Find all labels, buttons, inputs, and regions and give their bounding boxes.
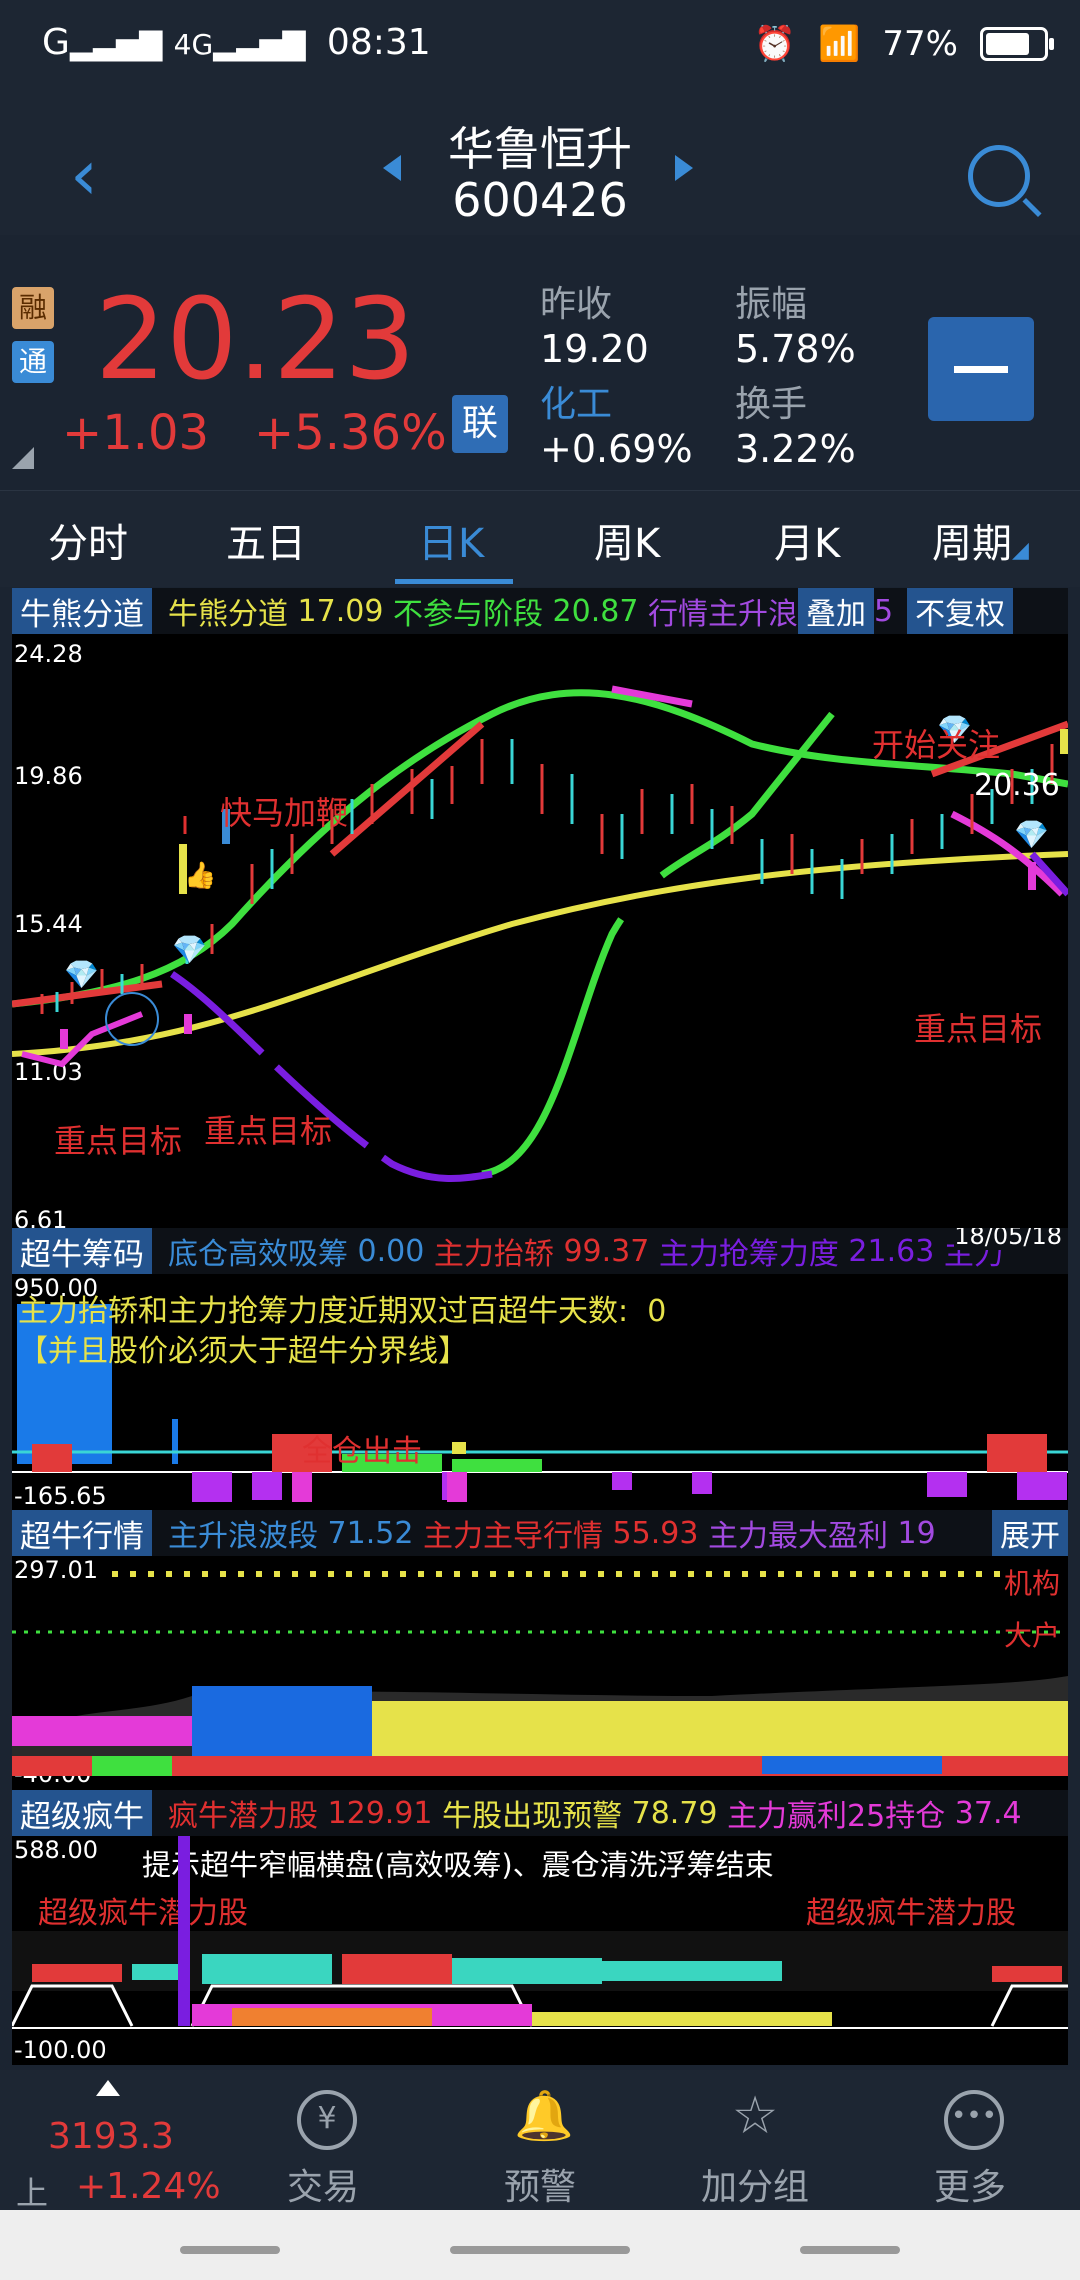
last-price: 20.23 [95, 275, 416, 405]
thumb-icon: 👍 [184, 860, 216, 891]
expand-corner-icon[interactable] [12, 447, 34, 469]
kuaima-label: 快马加鞭 [220, 794, 349, 832]
dahu-label: 大户 [1003, 1619, 1060, 1652]
price-change-pct: +5.36% [254, 405, 447, 461]
recent-apps-button[interactable] [180, 2246, 280, 2254]
back-button[interactable] [800, 2246, 900, 2254]
indicator-select-chouma[interactable]: 超牛筹码 [12, 1228, 152, 1274]
battery-icon [980, 27, 1054, 61]
kline-panel: 牛熊分道 牛熊分道 17.09 不参与阶段 20.87 行情主升浪 叠加 5 不… [12, 588, 1068, 1234]
nav-add-group[interactable]: ☆ 加分组 [670, 2070, 840, 2210]
status-bar: G▂▃▅▇ 4G▂▃▅▇ 08:31 ⏰ 📶 77% [0, 0, 1080, 95]
jigou-label: 机构 [1003, 1567, 1060, 1600]
bell-icon: 🔔 [514, 2088, 574, 2144]
quote-panel: 融 通 20.23 +1.03 +5.36% 联 昨收 19.20 化工 +0.… [0, 235, 1080, 485]
alarm-icon: ⏰ [753, 24, 797, 64]
remove-watchlist-button[interactable] [928, 317, 1034, 421]
fengniu-chart [12, 1836, 1068, 2029]
yen-icon: ¥ [297, 2090, 357, 2150]
chouma-indicator-bar: 超牛筹码 底仓高效吸筹 0.00 主力抬轿 99.37 主力抢筹力度 21.63… [12, 1228, 1068, 1274]
prev-close-value: 19.20 [540, 327, 649, 371]
nav-more[interactable]: ••• 更多 [885, 2070, 1055, 2210]
expand-button[interactable]: 展开 [992, 1510, 1068, 1556]
more-icon: ••• [944, 2090, 1004, 2150]
chouma-overlay-label: 全仓出击 [302, 1434, 422, 1469]
nav-trade[interactable]: ¥ 交易 [238, 2070, 408, 2210]
kaishi-label: 开始关注 [872, 726, 1001, 764]
system-nav-bar [0, 2210, 1080, 2280]
bottom-nav: 3193.3 上 +1.24% ¥ 交易 🔔 预警 ☆ 加分组 ••• 更多 [0, 2070, 1080, 2212]
tab-period[interactable]: 周期◢ [932, 511, 1029, 569]
clock: 08:31 [326, 22, 431, 63]
diamond-icon: 💎 [64, 958, 99, 991]
tab-monthly-k[interactable]: 月K [774, 511, 840, 569]
amplitude-label: 振幅 [735, 284, 808, 325]
chart-date: 18/05/18 [954, 1228, 1062, 1250]
hangqing-indicator-bar: 超牛行情 主升浪波段 71.52 主力主导行情 55.93 主力最大盈利 19 … [12, 1510, 1068, 1556]
prev-close-label: 昨收 [540, 284, 613, 325]
zhongdian-label: 重点目标 [204, 1112, 333, 1150]
period-tabs: 分时 五日 日K 周K 月K 周期◢ [0, 490, 1080, 587]
wifi-icon: 📶 [818, 24, 861, 64]
kline-indicator-bar: 牛熊分道 牛熊分道 17.09 不参与阶段 20.87 行情主升浪 叠加 5 不… [12, 588, 1068, 634]
nav-alert[interactable]: 🔔 预警 [455, 2070, 625, 2210]
next-stock-icon[interactable] [675, 155, 693, 181]
status-left: G▂▃▅▇ 4G▂▃▅▇ 08:31 [42, 22, 431, 63]
index-change: +1.24% [76, 2166, 221, 2207]
index-ticker[interactable]: 3193.3 上 +1.24% [0, 2070, 221, 2212]
diamond-icon: 💎 [1014, 818, 1049, 851]
sector-label: 化工 [540, 384, 613, 425]
network-type: 4G [173, 28, 214, 61]
fengniu-panel: 超级疯牛 疯牛潜力股 129.91 牛股出现预警 78.79 主力赢利25持仓 … [12, 1790, 1068, 2065]
stock-name: 华鲁恒升 [448, 122, 632, 176]
battery-percent: 77% [882, 24, 958, 64]
signal-icon: G [42, 22, 70, 63]
diamond-icon: 💎 [172, 933, 207, 966]
stock-code: 600426 [452, 173, 628, 227]
status-right: ⏰ 📶 77% [753, 24, 1054, 64]
zhongdian-label: 重点目标 [914, 1010, 1043, 1048]
last-price-tag: 20.36 [974, 768, 1060, 803]
amplitude-value: 5.78% [735, 327, 856, 371]
chouma-note-2: 【并且股价必须大于超牛分界线】 [18, 1334, 468, 1369]
chouma-panel: 超牛筹码 底仓高效吸筹 0.00 主力抬轿 99.37 主力抢筹力度 21.63… [12, 1228, 1068, 1510]
index-value: 3193.3 [48, 2116, 174, 2157]
search-icon[interactable] [968, 145, 1030, 207]
indicator-select-hangqing[interactable]: 超牛行情 [12, 1510, 152, 1556]
tab-weekly-k[interactable]: 周K [594, 511, 660, 569]
star-icon: ☆ [731, 2086, 779, 2146]
sector-change: +0.69% [540, 427, 693, 471]
dropdown-icon: ◢ [1012, 538, 1029, 563]
indicator-select-fengniu[interactable]: 超级疯牛 [12, 1790, 152, 1836]
chouma-note-1: 主力抬轿和主力抢筹力度近期双过百超牛天数: 0 [18, 1294, 667, 1329]
stock-header: ‹ 华鲁恒升 600426 [0, 95, 1080, 235]
lian-button[interactable]: 联 [452, 395, 508, 453]
up-arrow-icon [96, 2080, 120, 2096]
tab-five-day[interactable]: 五日 [226, 511, 306, 569]
indicator-select-niuxiong[interactable]: 牛熊分道 [12, 588, 152, 634]
turnover-label: 换手 [735, 384, 808, 425]
index-prefix: 上 [16, 2174, 49, 2212]
hangqing-panel: 超牛行情 主升浪波段 71.52 主力主导行情 55.93 主力最大盈利 19 … [12, 1510, 1068, 1790]
turnover-value: 3.22% [735, 427, 856, 471]
hangqing-chart [12, 1571, 1068, 1776]
price-change: +1.03 [62, 405, 210, 461]
fengniu-indicator-bar: 超级疯牛 疯牛潜力股 129.91 牛股出现预警 78.79 主力赢利25持仓 … [12, 1790, 1068, 1836]
tab-daily-k[interactable]: 日K [418, 511, 484, 569]
margin-badge: 融 [12, 287, 54, 329]
active-tab-indicator [395, 579, 513, 584]
home-button[interactable] [450, 2246, 630, 2254]
connect-badge: 通 [12, 341, 54, 383]
zhongdian-label: 重点目标 [54, 1122, 183, 1160]
tab-intraday[interactable]: 分时 [48, 511, 128, 569]
no-adjust-button[interactable]: 不复权 [907, 588, 1014, 634]
overlay-button[interactable]: 叠加 [797, 588, 874, 634]
